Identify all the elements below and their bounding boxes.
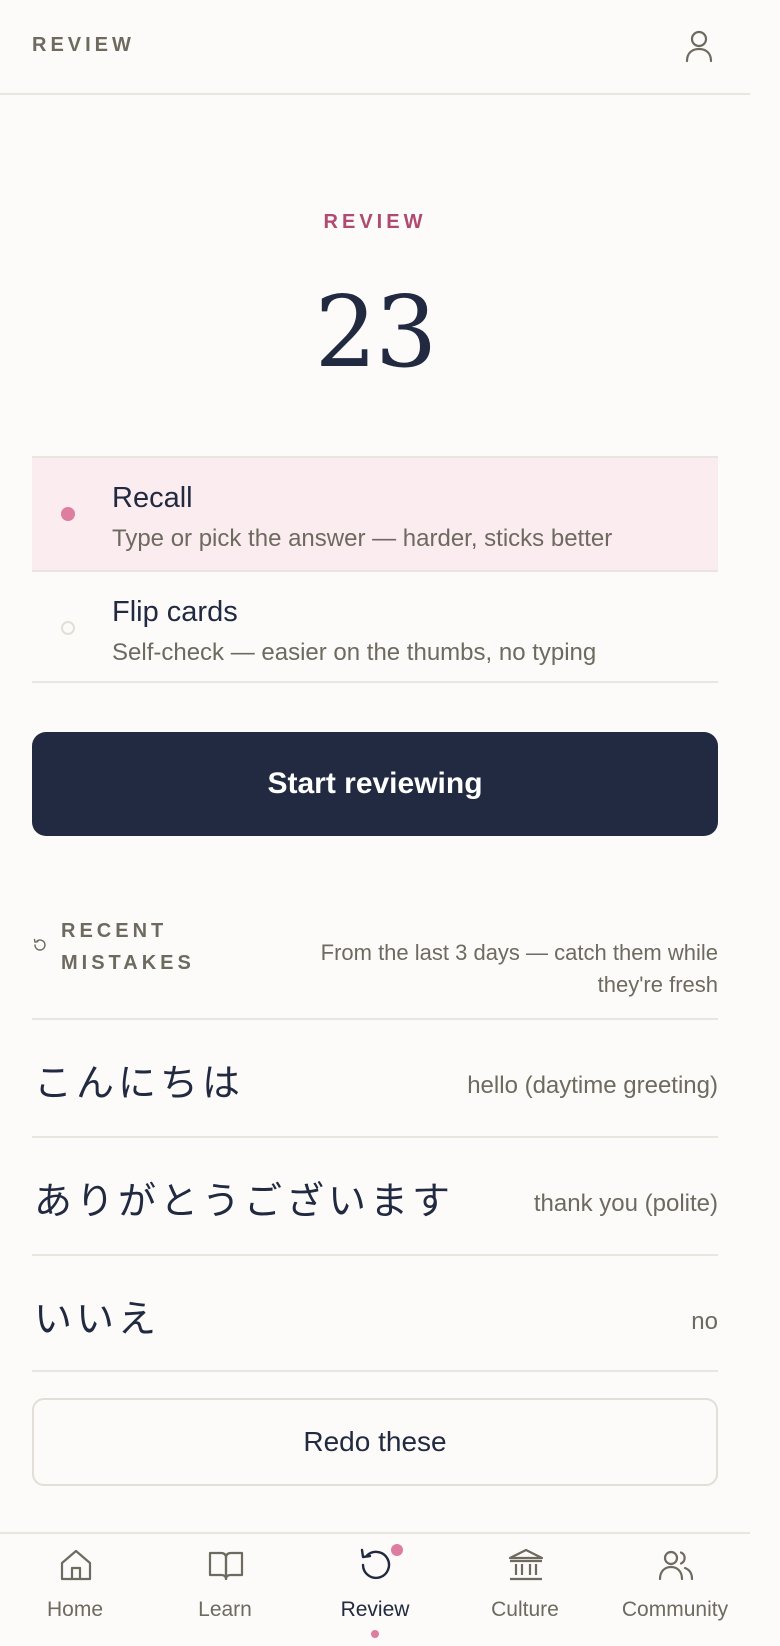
mistake-word: ありがとうございます	[34, 1179, 455, 1223]
mistake-meaning: no	[691, 1308, 718, 1335]
mistake-word: こんにちは	[34, 1061, 245, 1105]
mistake-row[interactable]: いいえ no	[32, 1254, 718, 1372]
home-icon	[60, 1549, 92, 1581]
nav-label: Learn	[198, 1598, 252, 1621]
mistakes-list: こんにちは hello (daytime greeting) ありがとうございま…	[32, 1018, 718, 1372]
nav-item-learn[interactable]: Learn	[150, 1534, 300, 1646]
radio-selected[interactable]	[61, 507, 75, 521]
nav-label: Community	[621, 1598, 729, 1621]
mistake-meaning: hello (daytime greeting)	[467, 1072, 718, 1099]
review-count: 23	[314, 276, 438, 390]
review-icon	[360, 1548, 391, 1580]
mode-title: Recall	[112, 482, 193, 514]
nav-label: Review	[340, 1598, 410, 1621]
bottom-nav: Home Learn Review Culture Community	[0, 1532, 750, 1646]
mode-description: Self-check — easier on the thumbs, no ty…	[112, 639, 597, 666]
start-reviewing-button[interactable]: Start reviewing	[32, 732, 718, 836]
notification-badge	[391, 1544, 403, 1556]
active-indicator	[371, 1630, 379, 1638]
mistake-row[interactable]: ありがとうございます thank you (polite)	[32, 1136, 718, 1254]
refresh-icon	[33, 938, 46, 951]
mode-option-flip-cards[interactable]: Flip cards Self-check — easier on the th…	[32, 570, 718, 683]
nav-item-community[interactable]: Community	[600, 1534, 750, 1646]
mode-options: Recall Type or pick the answer — harder,…	[32, 456, 718, 683]
mistake-row[interactable]: こんにちは hello (daytime greeting)	[32, 1018, 718, 1136]
mode-title: Flip cards	[112, 596, 238, 628]
redo-these-button[interactable]: Redo these	[32, 1398, 718, 1486]
user-icon	[685, 30, 713, 63]
nav-item-review[interactable]: Review	[300, 1534, 450, 1646]
page-title: REVIEW	[32, 34, 135, 56]
mistake-word: いいえ	[34, 1297, 161, 1341]
nav-label: Culture	[491, 1598, 559, 1621]
section-note: From the last 3 days — catch them while …	[320, 940, 718, 997]
nav-item-home[interactable]: Home	[0, 1534, 150, 1646]
top-bar: REVIEW	[0, 0, 750, 95]
recent-mistakes-header: RECENT MISTAKES From the last 3 days — c…	[32, 915, 718, 1015]
mode-description: Type or pick the answer — harder, sticks…	[112, 525, 613, 552]
mistake-meaning: thank you (polite)	[533, 1190, 718, 1217]
people-icon	[658, 1550, 694, 1581]
museum-icon	[508, 1548, 544, 1581]
profile-button[interactable]	[681, 28, 717, 64]
section-label: RECENT MISTAKES	[61, 920, 195, 974]
book-icon	[208, 1551, 244, 1581]
review-screen: REVIEW REVIEW 23 Recall Type or pick the…	[0, 0, 750, 1646]
mode-option-recall[interactable]: Recall Type or pick the answer — harder,…	[32, 456, 718, 570]
nav-label: Home	[46, 1598, 104, 1621]
review-eyebrow: REVIEW	[323, 211, 427, 233]
nav-item-culture[interactable]: Culture	[450, 1534, 600, 1646]
radio-unselected[interactable]	[61, 621, 75, 635]
